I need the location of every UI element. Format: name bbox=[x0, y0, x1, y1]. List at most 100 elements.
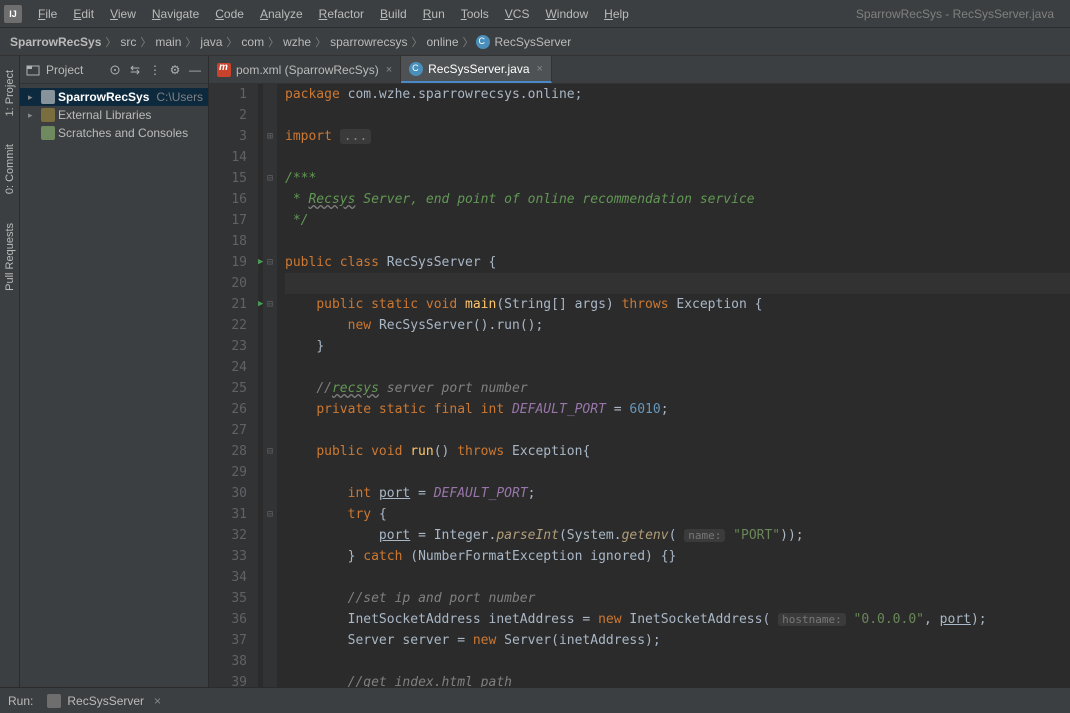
code-line[interactable]: port = Integer.parseInt(System.getenv( n… bbox=[285, 525, 1070, 546]
line-number[interactable]: 24 bbox=[209, 357, 247, 378]
code-area[interactable]: package com.wzhe.sparrowrecsys.online; im… bbox=[277, 84, 1070, 687]
code-line[interactable]: //set ip and port number bbox=[285, 588, 1070, 609]
line-number[interactable]: 1 bbox=[209, 84, 247, 105]
code-line[interactable]: //get index.html path bbox=[285, 672, 1070, 687]
editor-tab[interactable]: RecSysServer.java× bbox=[401, 56, 552, 83]
code-line[interactable] bbox=[285, 273, 1070, 294]
tree-item[interactable]: ▸SparrowRecSysC:\Users bbox=[20, 88, 208, 106]
code-line[interactable]: new RecSysServer().run(); bbox=[285, 315, 1070, 336]
close-icon[interactable]: × bbox=[154, 694, 161, 708]
code-line[interactable]: //recsys server port number bbox=[285, 378, 1070, 399]
breadcrumb[interactable]: wzhe bbox=[281, 35, 313, 49]
code-line[interactable]: public static void main(String[] args) t… bbox=[285, 294, 1070, 315]
menu-edit[interactable]: Edit bbox=[65, 4, 102, 24]
gear-icon[interactable]: ⚙ bbox=[168, 63, 182, 77]
breadcrumb[interactable]: SparrowRecSys bbox=[8, 35, 103, 49]
line-number[interactable]: 28 bbox=[209, 441, 247, 462]
line-number[interactable]: 39 bbox=[209, 672, 247, 687]
code-line[interactable]: } catch (NumberFormatException ignored) … bbox=[285, 546, 1070, 567]
code-line[interactable]: public void run() throws Exception{ bbox=[285, 441, 1070, 462]
fold-marker[interactable]: ⊟ bbox=[263, 504, 277, 525]
line-number[interactable]: 2 bbox=[209, 105, 247, 126]
code-line[interactable] bbox=[285, 420, 1070, 441]
line-number[interactable]: 26 bbox=[209, 399, 247, 420]
line-number[interactable]: 30 bbox=[209, 483, 247, 504]
menu-build[interactable]: Build bbox=[372, 4, 415, 24]
fold-marker[interactable]: ⊟ bbox=[263, 252, 277, 273]
line-number[interactable]: 20 bbox=[209, 273, 247, 294]
line-number[interactable]: 33 bbox=[209, 546, 247, 567]
project-tree[interactable]: ▸SparrowRecSysC:\Users▸External Librarie… bbox=[20, 84, 208, 146]
line-number[interactable]: 18 bbox=[209, 231, 247, 252]
toolwindow-tab-project[interactable]: 1: Project bbox=[2, 64, 18, 122]
run-config-name[interactable]: RecSysServer bbox=[67, 694, 144, 708]
line-number[interactable]: 37 bbox=[209, 630, 247, 651]
menu-window[interactable]: Window bbox=[537, 4, 596, 24]
code-line[interactable]: package com.wzhe.sparrowrecsys.online; bbox=[285, 84, 1070, 105]
line-number[interactable]: 15 bbox=[209, 168, 247, 189]
collapse-icon[interactable]: ⋮ bbox=[148, 63, 162, 77]
code-line[interactable] bbox=[285, 231, 1070, 252]
line-number[interactable]: 35 bbox=[209, 588, 247, 609]
code-line[interactable] bbox=[285, 105, 1070, 126]
fold-marker[interactable]: ⊞ bbox=[263, 126, 277, 147]
menu-tools[interactable]: Tools bbox=[453, 4, 497, 24]
code-line[interactable] bbox=[285, 462, 1070, 483]
fold-marker[interactable]: ⊟ bbox=[263, 441, 277, 462]
line-number[interactable]: 21 bbox=[209, 294, 247, 315]
code-line[interactable]: import ... bbox=[285, 126, 1070, 147]
fold-marker[interactable]: ⊟ bbox=[263, 168, 277, 189]
line-number[interactable]: 16 bbox=[209, 189, 247, 210]
menu-code[interactable]: Code bbox=[207, 4, 252, 24]
hide-icon[interactable]: — bbox=[188, 63, 202, 77]
code-line[interactable]: Server server = new Server(inetAddress); bbox=[285, 630, 1070, 651]
line-number[interactable]: 29 bbox=[209, 462, 247, 483]
line-number[interactable]: 17 bbox=[209, 210, 247, 231]
line-number[interactable]: 32 bbox=[209, 525, 247, 546]
editor-tab[interactable]: pom.xml (SparrowRecSys)× bbox=[209, 56, 401, 83]
tree-item[interactable]: Scratches and Consoles bbox=[20, 124, 208, 142]
code-line[interactable] bbox=[285, 357, 1070, 378]
breadcrumb[interactable]: java bbox=[198, 35, 224, 49]
line-number[interactable]: 25 bbox=[209, 378, 247, 399]
menu-file[interactable]: File bbox=[30, 4, 65, 24]
editor[interactable]: 1231415161718192021222324252627282930313… bbox=[209, 84, 1070, 687]
expand-icon[interactable]: ⇆ bbox=[128, 63, 142, 77]
menu-refactor[interactable]: Refactor bbox=[311, 4, 372, 24]
breadcrumb[interactable]: online bbox=[424, 35, 460, 49]
code-line[interactable]: public class RecSysServer { bbox=[285, 252, 1070, 273]
menu-help[interactable]: Help bbox=[596, 4, 637, 24]
line-gutter[interactable]: 1231415161718192021222324252627282930313… bbox=[209, 84, 257, 687]
breadcrumb[interactable]: main bbox=[153, 35, 183, 49]
code-line[interactable] bbox=[285, 147, 1070, 168]
line-number[interactable]: 3 bbox=[209, 126, 247, 147]
line-number[interactable]: 31 bbox=[209, 504, 247, 525]
code-line[interactable]: * Recsys Server, end point of online rec… bbox=[285, 189, 1070, 210]
breadcrumb[interactable]: RecSysServer bbox=[493, 35, 574, 49]
close-icon[interactable]: × bbox=[386, 64, 392, 76]
close-icon[interactable]: × bbox=[537, 63, 543, 75]
code-line[interactable]: InetSocketAddress inetAddress = new Inet… bbox=[285, 609, 1070, 630]
menu-navigate[interactable]: Navigate bbox=[144, 4, 207, 24]
menu-run[interactable]: Run bbox=[415, 4, 453, 24]
code-line[interactable]: private static final int DEFAULT_PORT = … bbox=[285, 399, 1070, 420]
menu-vcs[interactable]: VCS bbox=[497, 4, 538, 24]
line-number[interactable]: 14 bbox=[209, 147, 247, 168]
code-line[interactable]: try { bbox=[285, 504, 1070, 525]
line-number[interactable]: 27 bbox=[209, 420, 247, 441]
line-number[interactable]: 22 bbox=[209, 315, 247, 336]
breadcrumb[interactable]: sparrowrecsys bbox=[328, 35, 409, 49]
fold-marker[interactable]: ⊟ bbox=[263, 294, 277, 315]
code-line[interactable] bbox=[285, 567, 1070, 588]
breadcrumb[interactable]: com bbox=[239, 35, 266, 49]
tree-item[interactable]: ▸External Libraries bbox=[20, 106, 208, 124]
code-line[interactable]: */ bbox=[285, 210, 1070, 231]
menu-analyze[interactable]: Analyze bbox=[252, 4, 311, 24]
code-line[interactable] bbox=[285, 651, 1070, 672]
fold-column[interactable]: ⊞ ⊟ ⊟ ⊟ ⊟ ⊟ bbox=[263, 84, 277, 687]
breadcrumb[interactable]: src bbox=[118, 35, 138, 49]
line-number[interactable]: 34 bbox=[209, 567, 247, 588]
code-line[interactable]: } bbox=[285, 336, 1070, 357]
line-number[interactable]: 38 bbox=[209, 651, 247, 672]
toolwindow-tab-pullrequests[interactable]: Pull Requests bbox=[2, 217, 18, 297]
